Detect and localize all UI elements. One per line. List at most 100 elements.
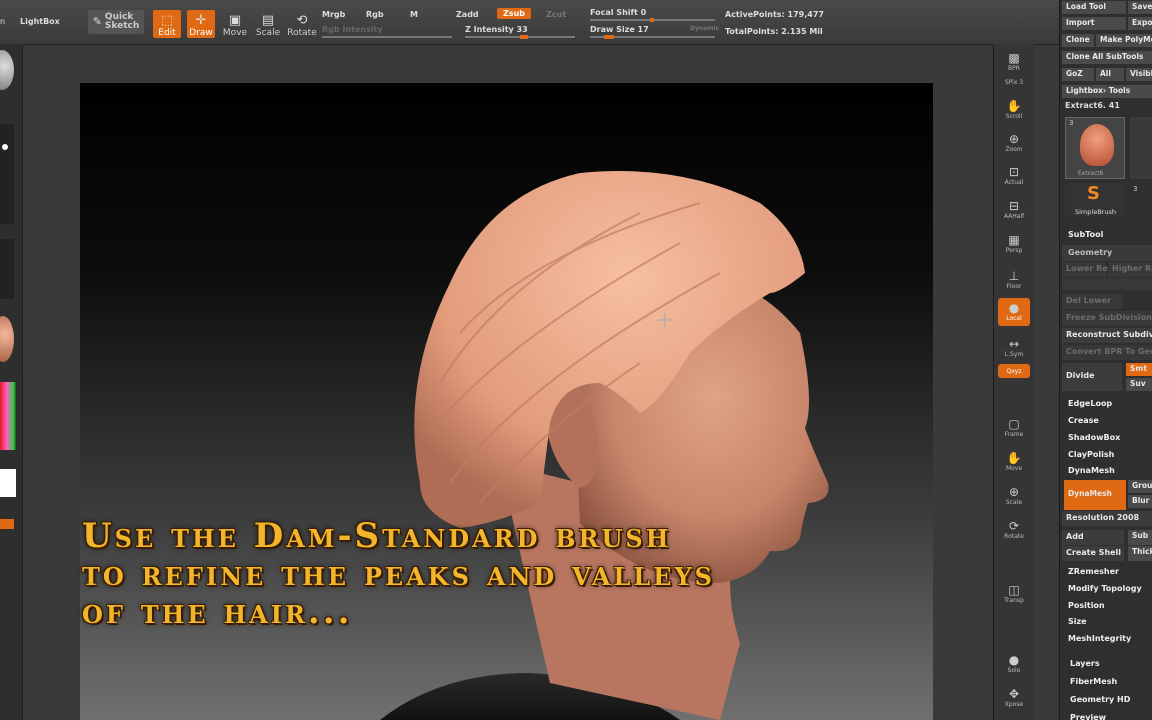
edit-button[interactable]: ⬚ Edit [153,10,181,38]
floor-button[interactable]: ⊥ Floor [998,266,1030,294]
solo-button[interactable]: ● Solo [998,650,1030,678]
draw-size-track[interactable] [590,35,715,39]
caption-line-1: Use the Dam-Standard brush [82,516,672,556]
zremesher-section[interactable]: ZRemesher [1062,564,1152,580]
z-intensity-track[interactable] [465,35,575,39]
brush-thumbnail[interactable] [0,50,14,90]
convert-bpr-button[interactable]: Convert BPR To Geo [1062,345,1152,360]
higher-res-button[interactable]: Higher Res [1108,262,1152,277]
clone-all-subtools-button[interactable]: Clone All SubTools [1062,51,1152,64]
import-button[interactable]: Import [1062,17,1126,30]
main-color-swatch[interactable] [0,469,16,497]
resolution-slider[interactable]: Resolution 2008 [1062,511,1152,526]
load-tool-button[interactable]: Load Tool [1062,1,1126,14]
focal-shift-slider[interactable]: Focal Shift 0 [590,8,646,17]
dynamesh-button[interactable]: DynaMesh [1064,480,1126,510]
scroll-button[interactable]: ✋ Scroll [998,96,1030,124]
meshintegrity-section[interactable]: MeshIntegrity [1062,631,1152,647]
m-button[interactable]: M [410,10,418,19]
size-section[interactable]: Size [1062,614,1152,630]
qxyz-button[interactable]: Qxyz [998,364,1030,378]
suv-toggle[interactable]: Suv [1126,378,1152,391]
rgb-intensity-track[interactable] [322,36,452,38]
save-as-button[interactable]: Save As [1128,1,1152,14]
tool-thumbnail-extra[interactable] [1130,117,1152,179]
zcut-button[interactable]: Zcut [546,10,566,19]
modify-topology-section[interactable]: Modify Topology [1062,581,1152,597]
goz-all-button[interactable]: All [1096,68,1124,81]
secondary-color-swatch[interactable] [0,519,14,529]
actual-button[interactable]: ⊡ Actual [998,162,1030,190]
lightbox-button[interactable]: LightBox [20,17,60,26]
subtool-section-header[interactable]: SubTool [1062,227,1152,243]
layers-section[interactable]: Layers [1064,656,1152,672]
color-picker[interactable] [0,382,17,450]
tool-thumbnail-simplebrush[interactable]: S SimpleBrush [1065,183,1125,217]
spix-slider[interactable]: SPix 3 [998,74,1030,90]
alpha-thumbnail[interactable] [0,239,14,299]
preview-section[interactable]: Preview [1064,710,1152,720]
quick-sketch-label-2: Sketch [104,21,140,31]
z-intensity-slider[interactable]: Z Intensity 33 [465,25,528,34]
shadowbox-section[interactable]: ShadowBox [1062,430,1152,446]
zoom-button[interactable]: ⊕ Zoom [998,129,1030,157]
pencil-icon: ✎ [92,15,102,28]
lsym-button[interactable]: ↔ L.Sym [998,334,1030,362]
add-button[interactable]: Add [1062,530,1124,545]
local-icon: ● [1008,301,1020,315]
local-button[interactable]: ● Local [998,298,1030,326]
claypolish-section[interactable]: ClayPolish [1062,447,1152,463]
tool-thumbnail-extract[interactable]: 3 Extract6 [1065,117,1125,179]
goz-visible-button[interactable]: Visible [1126,68,1152,81]
blur-slider[interactable]: Blur [1128,495,1152,508]
aahalf-icon: ⊟ [1008,199,1020,213]
frame-button[interactable]: ▢ Frame [998,414,1030,442]
frame-label: Frame [1004,431,1024,438]
freeze-subdivision-button[interactable]: Freeze SubDivision Levels [1062,311,1152,326]
lightbox-tools-button[interactable]: Lightbox› Tools [1062,85,1152,98]
geometry-hd-section[interactable]: Geometry HD [1064,692,1152,708]
rgb-button[interactable]: Rgb [366,10,384,19]
lower-res-button[interactable]: Lower Res [1062,262,1113,277]
fibermesh-section[interactable]: FiberMesh [1064,674,1152,690]
z-intensity-value: 33 [516,25,528,34]
export-button[interactable]: Export [1128,17,1152,30]
geometry-section-header[interactable]: Geometry [1062,245,1152,261]
move-view-button[interactable]: ✋ Move [998,448,1030,476]
mrgb-button[interactable]: Mrgb [322,10,345,19]
aahalf-button[interactable]: ⊟ AAHalf [998,196,1030,224]
goz-button[interactable]: GoZ [1062,68,1094,81]
rgb-intensity-slider[interactable]: Rgb Intensity [322,25,383,34]
stroke-thumbnail[interactable] [0,124,14,224]
persp-button[interactable]: ▦ Persp [998,230,1030,258]
crease-section[interactable]: Crease [1062,413,1152,429]
dynamic-button[interactable]: Dynamic [690,25,719,32]
make-polymesh-button[interactable]: Make PolyMesh3D [1096,34,1152,47]
create-shell-button[interactable]: Create Shell [1062,546,1124,561]
position-section[interactable]: Position [1062,598,1152,614]
rotate-button[interactable]: ⟲ Rotate [287,10,316,39]
sdiv-slider[interactable] [1062,278,1152,290]
draw-size-slider[interactable]: Draw Size 17 [590,25,649,34]
sub-button[interactable]: Sub [1128,530,1152,545]
quick-sketch-button[interactable]: ✎ Quick Sketch [88,10,144,34]
del-lower-button[interactable]: Del Lower [1062,294,1122,309]
reconstruct-subdiv-button[interactable]: Reconstruct Subdiv [1062,328,1152,343]
divide-button[interactable]: Divide [1062,363,1122,391]
draw-button[interactable]: ✛ Draw [187,10,215,38]
focal-shift-track[interactable] [590,18,715,22]
scale-button[interactable]: ▤ Scale [254,10,282,39]
groups-toggle[interactable]: Groups [1128,480,1152,493]
xpose-button[interactable]: ✥ Xpose [998,684,1030,712]
clone-button[interactable]: Clone [1062,34,1094,47]
smt-toggle[interactable]: Smt [1126,363,1152,376]
dynamesh-section[interactable]: DynaMesh [1062,463,1152,479]
move-button[interactable]: ▣ Move [221,10,249,39]
thickness-slider[interactable]: Thickness [1128,546,1152,561]
zsub-button[interactable]: Zsub [497,8,531,19]
material-thumbnail[interactable] [0,316,14,362]
scale-view-button[interactable]: ⊕ Scale [998,482,1030,510]
bpr-button[interactable]: ▩ BPR [998,48,1030,76]
zadd-button[interactable]: Zadd [456,10,479,19]
edgeloop-section[interactable]: EdgeLoop [1062,396,1152,412]
